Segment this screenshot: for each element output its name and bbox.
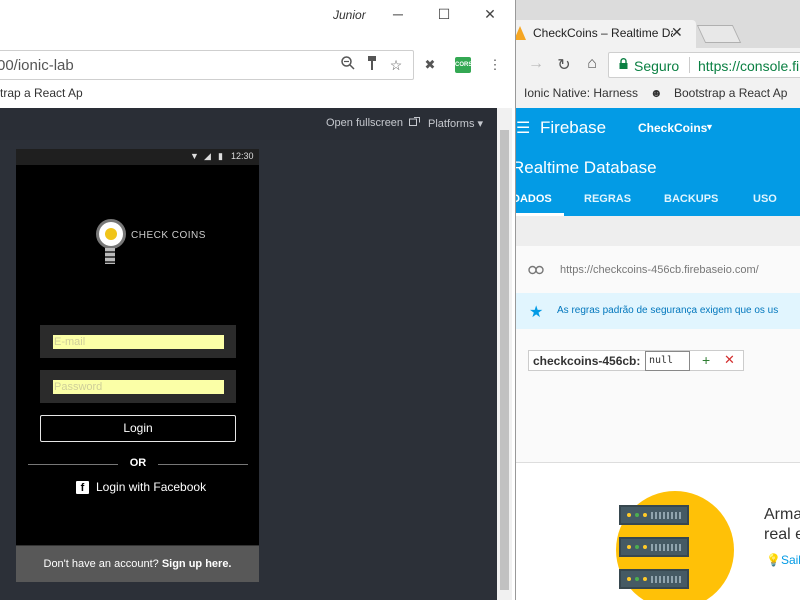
reload-icon[interactable]: ↻ [554,55,574,75]
chevron-down-icon[interactable]: ▼ [705,122,714,132]
email-field[interactable] [53,335,224,349]
hamburger-menu-icon[interactable]: ☰ [516,118,530,138]
database-url: https://checkcoins-456cb.firebaseio.com/ [528,262,798,280]
check-coins-logo: CHECK COINS [94,219,205,269]
password-field-container [40,370,236,403]
forward-icon[interactable]: → [526,55,546,73]
tab-regras[interactable]: REGRAS [584,193,631,205]
database-url-text[interactable]: https://checkcoins-456cb.firebaseio.com/ [560,264,759,276]
facebook-login-label: Login with Facebook [96,480,207,494]
bookmarks-bar: trap a React Ap [0,82,512,106]
ionic-lab-area: Open fullscreen Platforms ▾ ▼ ◢ ▮ 12:30 … [0,108,497,600]
minimize-icon[interactable]: ─ [384,4,412,24]
address-text[interactable]: 00/ionic-lab [0,57,74,74]
firebase-brand[interactable]: Firebase [540,118,606,138]
bookmark-link[interactable]: trap a React Ap [0,86,83,100]
firebase-header: ☰ Firebase CheckCoins ▼ [516,108,800,148]
database-root-node: checkcoins-456cb: null + ✕ [528,350,744,371]
battery-icon: ▮ [218,151,223,161]
home-icon[interactable]: ⌂ [582,55,602,73]
cors-extension-icon[interactable]: CORS [455,57,472,73]
page-title: Realtime Database [515,158,657,177]
signup-footer: Don't have an account? Sign up here. [16,545,259,582]
delete-node-icon[interactable]: ✕ [724,352,735,368]
address-bar[interactable]: Seguro https://console.fi [608,52,800,78]
star-icon: ★ [529,304,544,321]
database-header: Realtime Database DADOS REGRAS BACKUPS U… [516,148,800,216]
email-field-container [40,325,236,358]
extension-icon[interactable]: ✖ [420,55,440,75]
security-rules-banner: ★ As regras padrão de segurança exigem q… [516,293,800,329]
lab-toolbar: Open fullscreen Platforms ▾ [0,108,497,140]
key-icon[interactable] [363,56,381,74]
signup-prompt: Don't have an account? [43,558,159,570]
divider [28,464,118,465]
signal-icon: ◢ [204,151,211,161]
add-child-icon[interactable]: + [702,352,710,368]
divider [158,464,248,465]
zoom-icon[interactable] [339,56,357,74]
new-tab-button[interactable] [696,25,742,43]
toolbar-strip [516,216,800,246]
address-text[interactable]: https://console.fi [698,58,799,74]
lightbulb-icon [96,219,126,249]
project-selector[interactable]: CheckCoins [638,121,707,135]
node-value-input[interactable]: null [645,351,690,371]
platforms-dropdown[interactable]: Platforms ▾ [428,117,483,130]
bookmark-star-icon[interactable]: ☆ [387,56,405,74]
address-bar[interactable]: 00/ionic-lab ☆ [0,50,414,80]
phone-preview: ▼ ◢ ▮ 12:30 CHECK COINS Login OR f [16,149,259,582]
bookmark-react-icon: ☻ [650,86,663,100]
status-time: 12:30 [231,151,254,161]
logo-text: CHECK COINS [131,230,206,241]
title-bar: Junior ─ ☐ ✕ [0,0,512,46]
lock-icon [619,58,629,70]
status-bar: ▼ ◢ ▮ 12:30 [16,149,259,165]
learn-more-link[interactable]: 💡Saib [766,553,800,567]
vertical-scrollbar[interactable] [497,108,512,600]
wifi-icon: ▼ [190,151,199,161]
login-button[interactable]: Login [40,415,236,442]
signup-link[interactable]: Sign up here. [162,558,232,570]
menu-kebab-icon[interactable]: ⋮ [485,55,505,75]
tab-backups[interactable]: BACKUPS [664,193,718,205]
close-icon[interactable]: ✕ [476,4,504,24]
bookmarks-bar: Ionic Native: Harness ☻ Bootstrap a Reac… [516,82,800,108]
tab-title: CheckCoins – Realtime Da [533,26,673,40]
link-icon [528,263,544,278]
banner-message: As regras padrão de segurança exigem que… [557,305,779,316]
secure-label: Seguro [634,58,680,74]
or-separator: OR [129,457,147,469]
bookmark-bootstrap-react[interactable]: Bootstrap a React Ap [674,86,787,100]
tab-close-icon[interactable]: ✕ [671,24,683,41]
open-fullscreen-button[interactable]: Open fullscreen [326,117,421,129]
server-icon [619,505,689,525]
firebase-favicon-icon [516,26,526,40]
tab-checkcoins[interactable]: CheckCoins – Realtime Da ✕ [516,20,696,48]
tab-dados[interactable]: DADOS [516,193,552,205]
node-key: checkcoins-456cb: [533,354,641,368]
promo-card: Arma real e 💡Saib [516,463,800,600]
facebook-icon: f [76,481,89,494]
tab-uso[interactable]: USO [753,193,777,205]
maximize-icon[interactable]: ☐ [430,4,458,24]
tab-strip: CheckCoins – Realtime Da ✕ [516,0,800,48]
server-icon [619,537,689,557]
lightbulb-icon: 💡 [766,553,781,567]
password-field[interactable] [53,380,224,394]
promo-heading: Arma real e [764,506,800,543]
window-title: Junior [333,8,366,22]
bookmark-ionic-native[interactable]: Ionic Native: Harness [524,86,638,100]
ionic-lab-window: Junior ─ ☐ ✕ 00/ionic-lab ☆ ✖ CORS ⋮ tra… [0,0,512,600]
external-link-icon [409,117,421,126]
server-icon [619,569,689,589]
firebase-window: CheckCoins – Realtime Da ✕ → ↻ ⌂ Seguro … [515,0,800,600]
